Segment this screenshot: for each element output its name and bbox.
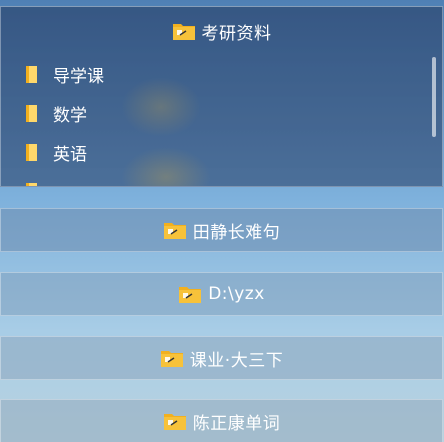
panel-title: 课业·大三下: [189, 350, 284, 371]
item-label: 导学课: [53, 67, 104, 87]
folder-icon: [23, 143, 39, 163]
fence-panel-tianjing[interactable]: 田静长难句: [0, 208, 443, 252]
list-item[interactable]: 英语: [23, 133, 442, 172]
folder-icon: [23, 65, 39, 85]
fence-panel-keye[interactable]: 课业·大三下: [0, 336, 443, 380]
panel-header[interactable]: 考研资料: [1, 7, 442, 55]
panel-header[interactable]: D:\yzx: [1, 273, 442, 315]
file-list: 导学课 数学 英语: [1, 55, 442, 186]
folder-icon: [23, 182, 39, 186]
folder-shortcut-icon: [163, 220, 187, 240]
folder-shortcut-icon: [163, 411, 187, 431]
folder-shortcut-icon: [172, 21, 196, 41]
folder-shortcut-icon: [160, 348, 184, 368]
folder-shortcut-icon: [178, 284, 202, 304]
list-item[interactable]: 导学课: [23, 55, 442, 94]
list-item-partial[interactable]: [23, 172, 442, 186]
fence-panel-kaoyan[interactable]: 考研资料 导学课 数学 英语: [0, 6, 443, 187]
panel-title: 陈正康单词: [192, 413, 281, 434]
item-label: 数学: [53, 106, 87, 126]
panel-header[interactable]: 课业·大三下: [1, 337, 442, 379]
scrollbar[interactable]: [432, 57, 436, 137]
list-item[interactable]: 数学: [23, 94, 442, 133]
folder-icon: [23, 104, 39, 124]
item-label: 英语: [53, 145, 87, 165]
panel-header[interactable]: 陈正康单词: [1, 400, 442, 442]
fence-panel-yzx[interactable]: D:\yzx: [0, 272, 443, 316]
panel-title: D:\yzx: [208, 284, 265, 304]
panel-title: 田静长难句: [192, 222, 281, 243]
panel-title: 考研资料: [201, 23, 272, 44]
panel-header[interactable]: 田静长难句: [1, 209, 442, 251]
fence-panel-chenzhengkang[interactable]: 陈正康单词: [0, 399, 443, 442]
